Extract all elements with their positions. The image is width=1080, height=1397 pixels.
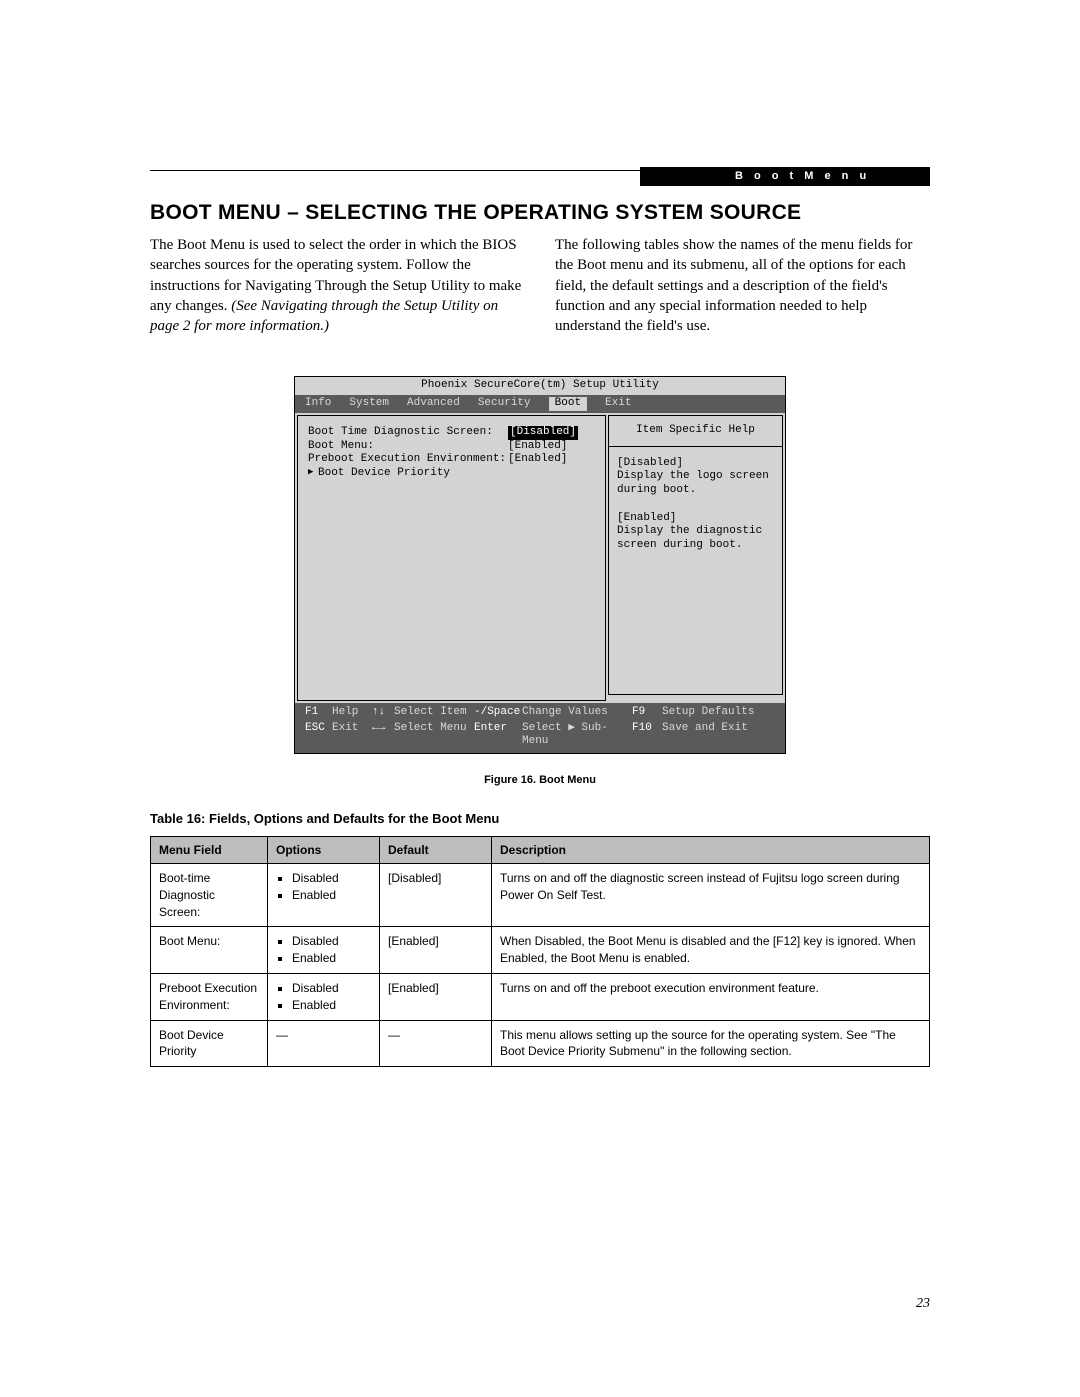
th-default: Default	[380, 837, 492, 864]
bios-row-label: Preboot Execution Environment:	[308, 453, 508, 467]
option-item: Disabled	[292, 980, 371, 997]
option-item: Disabled	[292, 933, 371, 950]
cell-menu-field: Preboot Execution Environment:	[151, 973, 268, 1020]
figure-caption: Figure 16. Boot Menu	[150, 774, 930, 786]
bios-help-body: [Disabled] Display the logo screen durin…	[608, 447, 783, 695]
cell-default: [Enabled]	[380, 973, 492, 1020]
cell-description: When Disabled, the Boot Menu is disabled…	[492, 927, 930, 974]
cell-menu-field: Boot Device Priority	[151, 1020, 268, 1067]
bios-help-line: Display the logo screen during boot.	[617, 470, 774, 498]
bios-footer: F1 Help ↑↓ Select Item -/Space Change Va…	[295, 703, 785, 753]
footer-lbl-selectmenu: Select Menu	[394, 722, 474, 750]
table-row: Boot Device Priority——This menu allows s…	[151, 1020, 930, 1067]
page-number: 23	[916, 1296, 930, 1312]
bios-panel: Phoenix SecureCore(tm) Setup Utility Inf…	[294, 376, 786, 754]
bios-row-value[interactable]: [Disabled]	[508, 426, 578, 440]
option-item: Enabled	[292, 997, 371, 1014]
cell-menu-field: Boot Menu:	[151, 927, 268, 974]
cell-description: This menu allows setting up the source f…	[492, 1020, 930, 1067]
th-options: Options	[268, 837, 380, 864]
cell-default: [Disabled]	[380, 864, 492, 927]
triangle-right-icon: ▶	[308, 467, 318, 481]
bios-settings-pane: Boot Time Diagnostic Screen: [Disabled] …	[297, 415, 606, 701]
bios-tab-security[interactable]: Security	[478, 397, 531, 411]
table-row: Boot-time Diagnostic Screen:DisabledEnab…	[151, 864, 930, 927]
footer-lbl-exit: Exit	[332, 722, 372, 750]
th-menu-field: Menu Field	[151, 837, 268, 864]
cell-description: Turns on and off the diagnostic screen i…	[492, 864, 930, 927]
options-table: Menu Field Options Default Description B…	[150, 836, 930, 1067]
section-heading: BOOT MENU – SELECTING THE OPERATING SYST…	[150, 201, 930, 225]
bios-row-label: Boot Menu:	[308, 440, 508, 454]
bios-row-submenu[interactable]: ▶Boot Device Priority	[308, 467, 595, 481]
bios-tab-exit[interactable]: Exit	[605, 397, 631, 411]
body-left: The Boot Menu is used to select the orde…	[150, 235, 525, 336]
footer-lbl-setupdefaults: Setup Defaults	[662, 706, 775, 720]
footer-key-esc: ESC	[305, 722, 332, 750]
bios-tabs: Info System Advanced Security Boot Exit	[295, 395, 785, 413]
cell-menu-field: Boot-time Diagnostic Screen:	[151, 864, 268, 927]
cell-default: [Enabled]	[380, 927, 492, 974]
footer-key-f9: F9	[632, 706, 662, 720]
table-row: Boot Menu:DisabledEnabled[Enabled]When D…	[151, 927, 930, 974]
bios-tab-boot[interactable]: Boot	[549, 397, 587, 411]
footer-lbl-selectitem: Select Item	[394, 706, 474, 720]
header-bar: B o o t M e n u	[640, 167, 930, 186]
bios-row-diagnostic[interactable]: Boot Time Diagnostic Screen: [Disabled]	[308, 426, 595, 440]
bios-help-line: [Enabled]	[617, 512, 774, 526]
option-item: Enabled	[292, 950, 371, 967]
footer-key-leftright: ←→	[372, 722, 394, 750]
bios-help-line: [Disabled]	[617, 457, 774, 471]
table-row: Preboot Execution Environment:DisabledEn…	[151, 973, 930, 1020]
cell-options: DisabledEnabled	[268, 864, 380, 927]
bios-help-title: Item Specific Help	[608, 415, 783, 447]
bios-help-pane: Item Specific Help [Disabled] Display th…	[608, 415, 783, 701]
body-right: The following tables show the names of t…	[555, 235, 930, 336]
th-description: Description	[492, 837, 930, 864]
bios-row-value[interactable]: [Enabled]	[508, 440, 567, 454]
bios-help-line: Display the diagnostic screen during boo…	[617, 525, 774, 553]
table-title: Table 16: Fields, Options and Defaults f…	[150, 811, 930, 826]
bios-tab-info[interactable]: Info	[305, 397, 331, 411]
cell-options: DisabledEnabled	[268, 927, 380, 974]
option-item: Enabled	[292, 887, 371, 904]
bios-row-bootmenu[interactable]: Boot Menu: [Enabled]	[308, 440, 595, 454]
cell-default: —	[380, 1020, 492, 1067]
cell-description: Turns on and off the preboot execution e…	[492, 973, 930, 1020]
bios-tab-advanced[interactable]: Advanced	[407, 397, 460, 411]
footer-lbl-saveexit: Save and Exit	[662, 722, 775, 750]
bios-title: Phoenix SecureCore(tm) Setup Utility	[295, 377, 785, 395]
cell-options: —	[268, 1020, 380, 1067]
bios-tab-system[interactable]: System	[349, 397, 389, 411]
footer-key-f10: F10	[632, 722, 662, 750]
table-header-row: Menu Field Options Default Description	[151, 837, 930, 864]
bios-row-label: Boot Time Diagnostic Screen:	[308, 426, 508, 440]
bios-submenu-label: Boot Device Priority	[318, 467, 450, 481]
bios-row-pxe[interactable]: Preboot Execution Environment: [Enabled]	[308, 453, 595, 467]
footer-lbl-help: Help	[332, 706, 372, 720]
footer-key-f1: F1	[305, 706, 332, 720]
footer-lbl-selectsub: Select ▶ Sub-Menu	[522, 722, 632, 750]
footer-key-slashspace: -/Space	[474, 706, 522, 720]
footer-key-enter: Enter	[474, 722, 522, 750]
bios-row-value[interactable]: [Enabled]	[508, 453, 567, 467]
footer-lbl-changevalues: Change Values	[522, 706, 632, 720]
body-text: The Boot Menu is used to select the orde…	[150, 235, 930, 336]
cell-options: DisabledEnabled	[268, 973, 380, 1020]
option-item: Disabled	[292, 870, 371, 887]
footer-key-updown: ↑↓	[372, 706, 394, 720]
